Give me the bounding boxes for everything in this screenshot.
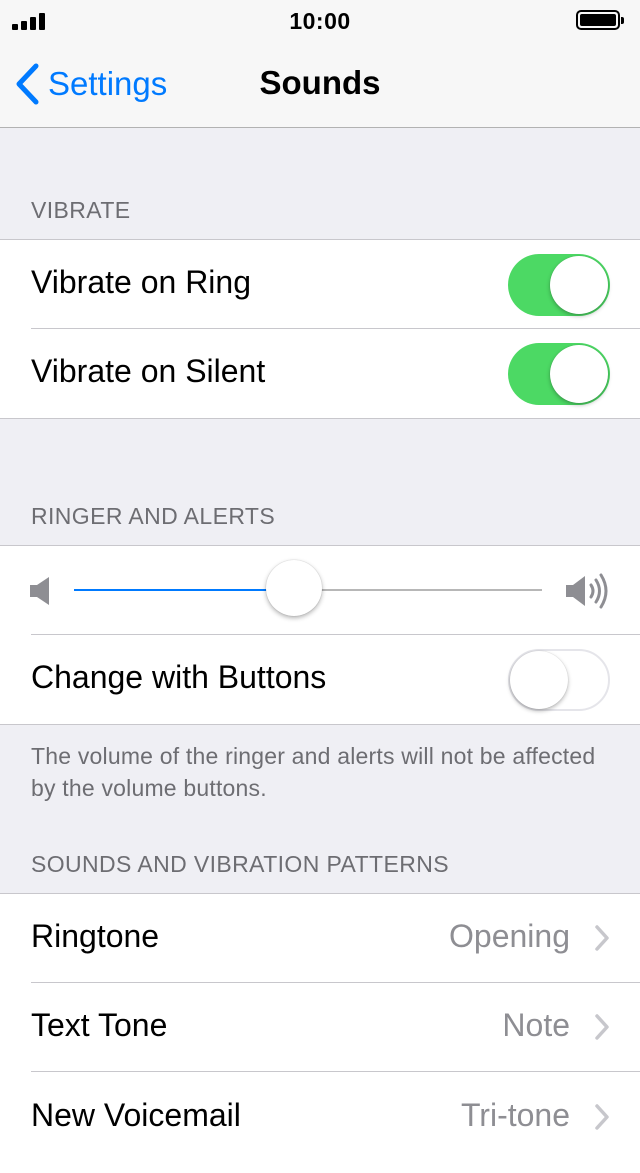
row-label: Vibrate on Silent	[31, 353, 266, 389]
vibrate-on-ring-toggle[interactable]	[508, 254, 610, 316]
row-label: Text Tone	[31, 1007, 168, 1043]
speaker-high-icon	[566, 573, 608, 609]
battery-full-icon	[576, 10, 624, 30]
volume-slider-row	[0, 546, 640, 635]
ringer-group: Change with Buttons	[0, 545, 640, 725]
speaker-low-icon	[30, 577, 49, 605]
section-header-sounds: SOUNDS AND VIBRATION PATTERNS	[31, 851, 449, 877]
text-tone-row[interactable]: Text Tone Note	[0, 983, 640, 1072]
status-bar: 10:00	[0, 0, 640, 40]
chevron-right-icon	[595, 925, 609, 951]
ringer-footer-note: The volume of the ringer and alerts will…	[31, 743, 596, 801]
row-value: Tri-tone	[460, 1097, 570, 1133]
ringtone-row[interactable]: Ringtone Opening	[0, 894, 640, 983]
row-label: Change with Buttons	[31, 659, 327, 695]
page-title: Sounds	[259, 64, 381, 101]
row-label: New Voicemail	[31, 1097, 241, 1133]
status-time: 10:00	[289, 8, 351, 34]
navigation-bar: Settings Sounds	[0, 40, 640, 128]
row-label: Ringtone	[31, 918, 160, 954]
vibrate-on-ring-row: Vibrate on Ring	[0, 240, 640, 329]
section-header-vibrate: VIBRATE	[31, 197, 131, 223]
chevron-right-icon	[595, 1104, 609, 1130]
chevron-right-icon	[595, 1014, 609, 1040]
row-value: Note	[502, 1007, 570, 1043]
change-with-buttons-row: Change with Buttons	[0, 635, 640, 724]
row-value: Opening	[449, 918, 570, 954]
vibrate-on-silent-row: Vibrate on Silent	[0, 329, 640, 418]
sounds-group: Ringtone Opening Text Tone Note New Voic…	[0, 893, 640, 1173]
volume-slider-thumb[interactable]	[265, 560, 322, 616]
vibrate-group: Vibrate on Ring Vibrate on Silent	[0, 239, 640, 419]
row-label: Vibrate on Ring	[31, 264, 251, 300]
volume-slider-fill	[74, 589, 294, 591]
vibrate-on-silent-toggle[interactable]	[508, 343, 610, 405]
change-with-buttons-toggle[interactable]	[508, 649, 610, 711]
new-voicemail-row[interactable]: New Voicemail Tri-tone	[0, 1073, 640, 1162]
section-header-ringer: RINGER AND ALERTS	[31, 503, 276, 529]
